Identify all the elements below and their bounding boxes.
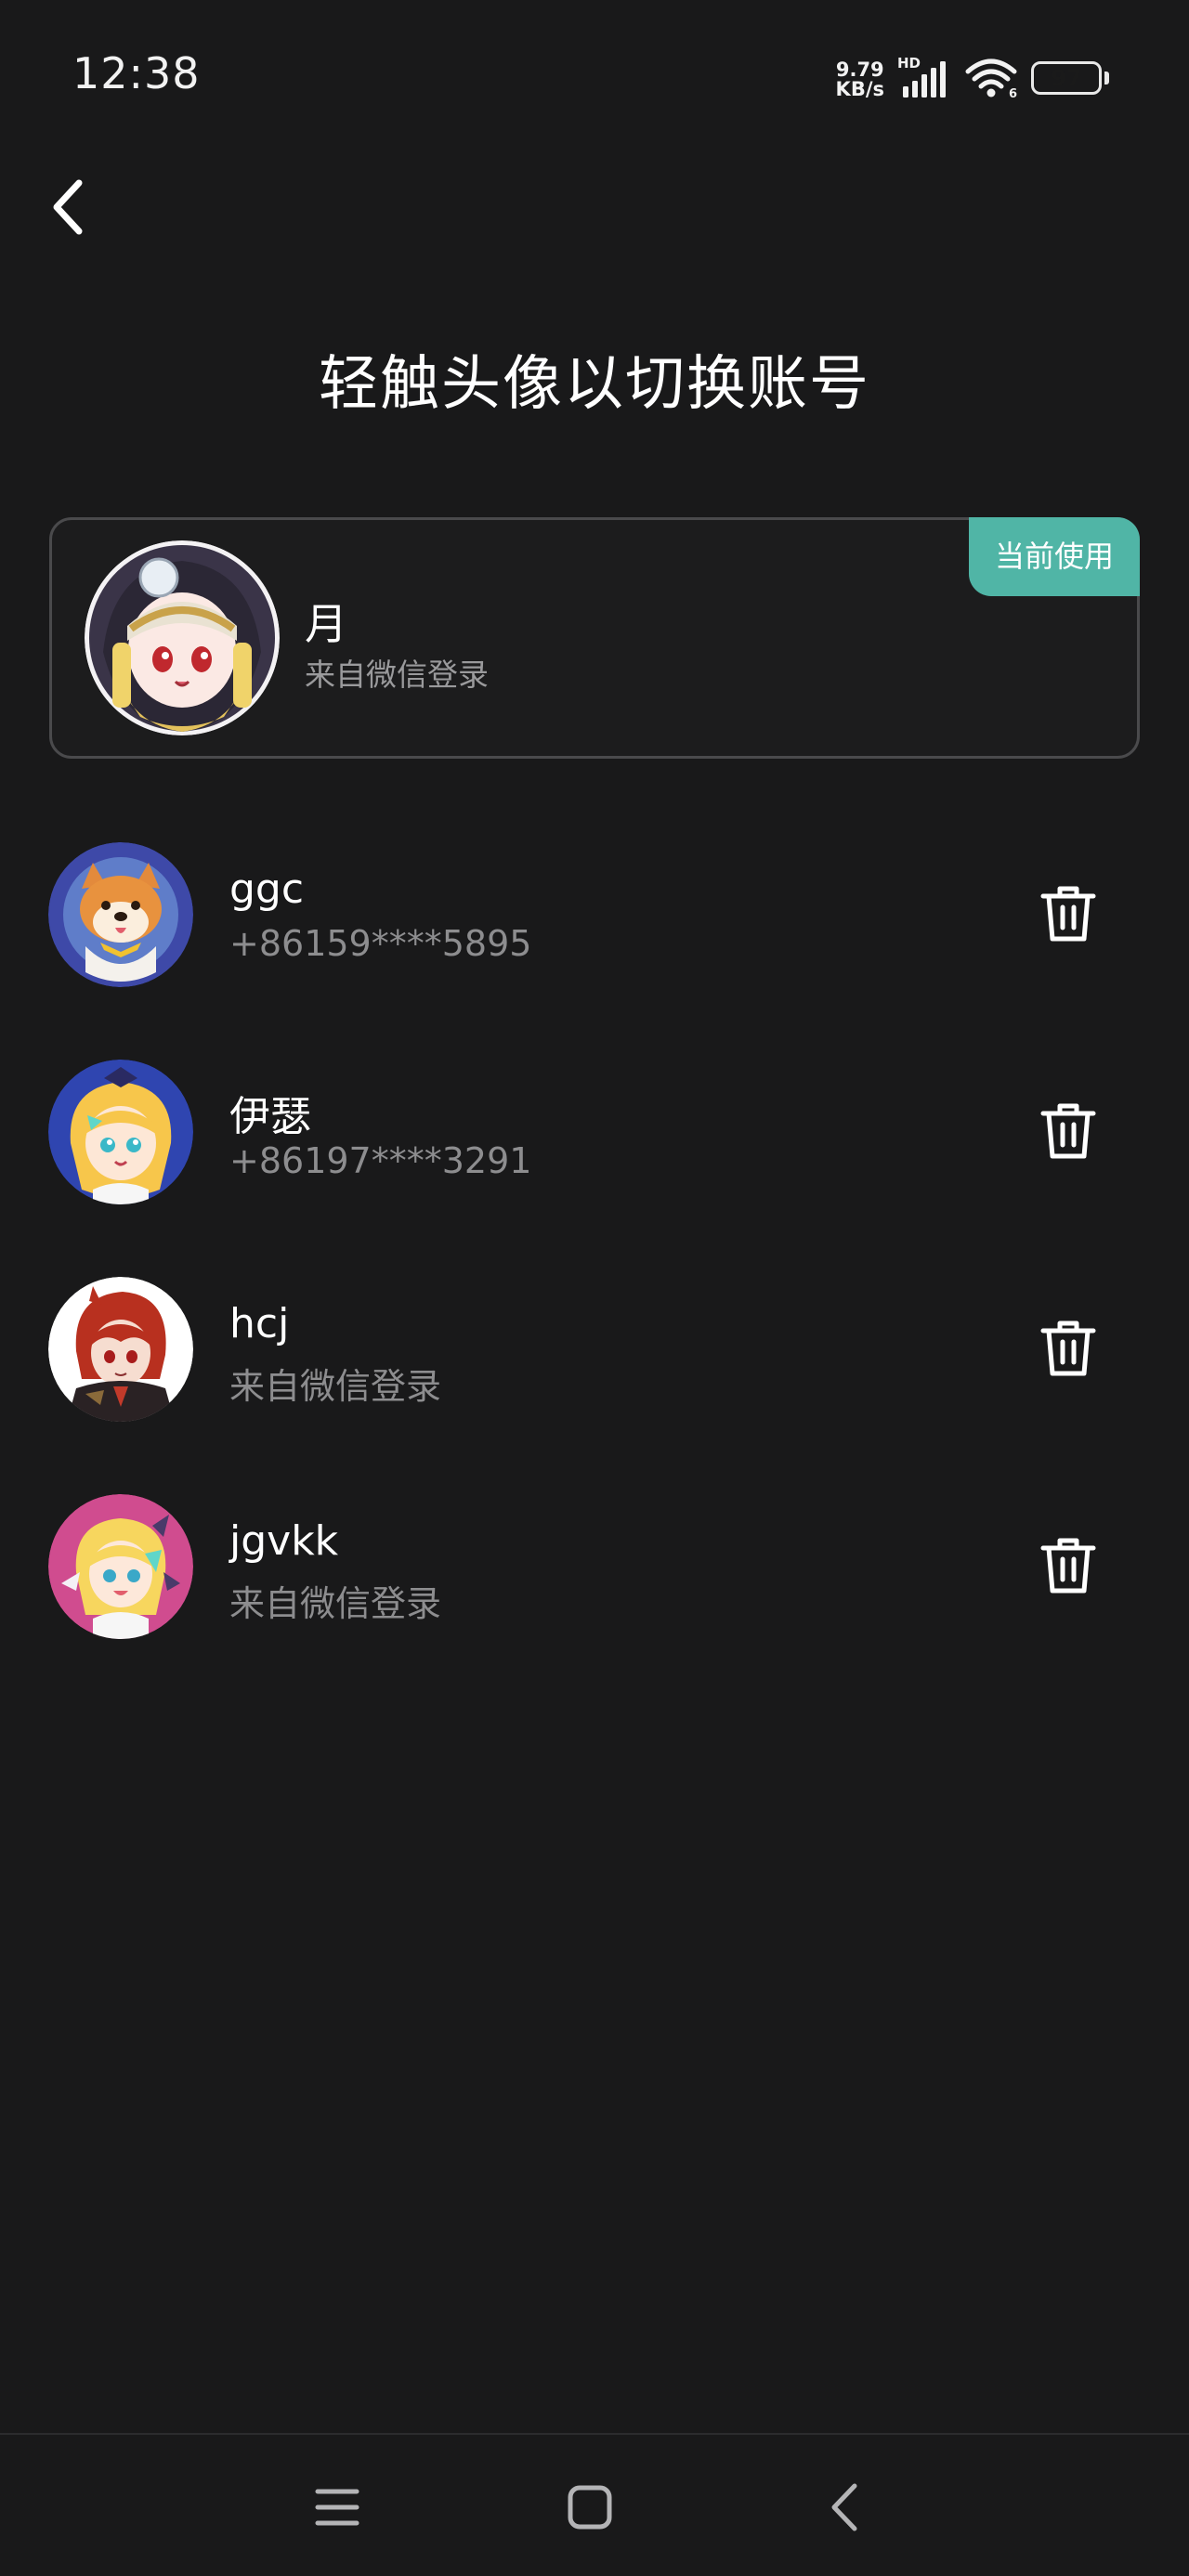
current-account-source: 来自微信登录 xyxy=(305,657,489,693)
trash-icon xyxy=(1040,1103,1096,1159)
trash-icon xyxy=(1040,1538,1096,1594)
home-icon xyxy=(568,2485,612,2530)
status-bar: 12:38 9.79 KB/s HD 6 97 xyxy=(0,0,1189,158)
delete-account-button[interactable] xyxy=(1022,867,1115,960)
account-phone: +86159****5895 xyxy=(229,923,532,964)
account-name: hcj xyxy=(229,1300,290,1347)
delete-account-button[interactable] xyxy=(1022,1085,1115,1177)
account-source: 来自微信登录 xyxy=(229,1366,442,1407)
account-name: ggc xyxy=(229,865,305,913)
battery-icon: 97 xyxy=(1031,61,1111,98)
nav-menu-button[interactable] xyxy=(295,2470,379,2544)
hd-label: HD xyxy=(897,55,921,72)
back-icon xyxy=(831,2483,857,2531)
network-speed-value: 9.79 xyxy=(835,59,884,81)
account-name: 伊瑟 xyxy=(229,1093,311,1140)
system-navigation-bar xyxy=(0,2433,1189,2576)
account-phone: +86197****3291 xyxy=(229,1140,532,1181)
account-row-hcj[interactable]: hcj 来自微信登录 xyxy=(0,1261,1189,1447)
wifi-icon: 6 xyxy=(964,57,1018,103)
status-time: 12:38 xyxy=(72,48,201,98)
current-account-card[interactable]: 当前使用 月 来自微信登录 xyxy=(49,517,1140,759)
status-indicators: 9.79 KB/s HD 6 97 xyxy=(836,54,1111,106)
account-row-jgvkk[interactable]: jgvkk 来自微信登录 xyxy=(0,1478,1189,1664)
back-button[interactable] xyxy=(37,167,98,247)
current-account-avatar[interactable] xyxy=(85,540,280,735)
nav-back-button[interactable] xyxy=(803,2470,886,2544)
account-avatar[interactable] xyxy=(48,842,193,987)
account-source: 来自微信登录 xyxy=(229,1583,442,1624)
trash-icon xyxy=(1040,1321,1096,1376)
network-speed-unit: KB/s xyxy=(835,78,884,100)
nav-home-button[interactable] xyxy=(548,2470,632,2544)
account-name: jgvkk xyxy=(229,1517,339,1565)
menu-icon xyxy=(315,2489,359,2526)
trash-icon xyxy=(1040,886,1096,942)
account-avatar[interactable] xyxy=(48,1494,193,1639)
delete-account-button[interactable] xyxy=(1022,1302,1115,1395)
page-title: 轻触头像以切换账号 xyxy=(319,350,870,419)
chevron-left-icon xyxy=(53,179,83,235)
delete-account-button[interactable] xyxy=(1022,1519,1115,1612)
battery-level: 97 xyxy=(1051,65,1082,91)
signal-icon: HD xyxy=(897,55,951,101)
current-account-name: 月 xyxy=(305,599,347,649)
current-account-badge: 当前使用 xyxy=(969,517,1140,596)
svg-text:6: 6 xyxy=(1009,87,1017,99)
account-avatar[interactable] xyxy=(48,1060,193,1204)
account-row-ggc[interactable]: ggc +86159****5895 xyxy=(0,826,1189,1012)
account-row-yise[interactable]: 伊瑟 +86197****3291 xyxy=(0,1044,1189,1229)
account-avatar[interactable] xyxy=(48,1277,193,1422)
network-speed: 9.79 KB/s xyxy=(836,60,884,99)
